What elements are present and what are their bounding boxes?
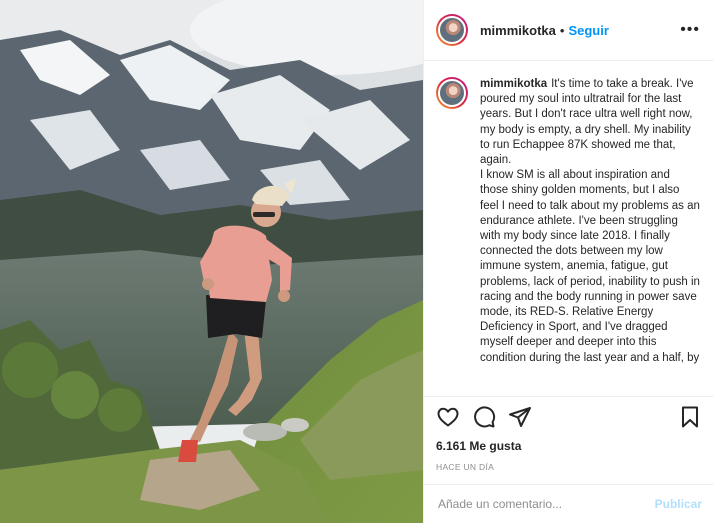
post-side-panel: mimmikotka • Seguir ••• mimmikotka It's t… bbox=[423, 0, 714, 523]
action-section: 6.161 Me gusta HACE UN DÍA bbox=[424, 396, 714, 472]
comment-icon[interactable] bbox=[472, 405, 496, 429]
post-photo[interactable] bbox=[0, 0, 423, 523]
comment-form: Publicar bbox=[424, 484, 714, 523]
post-header: mimmikotka • Seguir ••• bbox=[424, 0, 714, 61]
caption-section: mimmikotka It's time to take a break. I'v… bbox=[424, 61, 714, 396]
avatar-image bbox=[438, 16, 466, 44]
avatar[interactable] bbox=[436, 14, 468, 46]
paper-plane-icon[interactable] bbox=[508, 405, 532, 429]
instagram-post-view: mimmikotka • Seguir ••• mimmikotka It's t… bbox=[0, 0, 714, 523]
separator-dot: • bbox=[559, 22, 565, 38]
caption-text: mimmikotka It's time to take a break. I'v… bbox=[480, 77, 700, 396]
post-timestamp[interactable]: HACE UN DÍA bbox=[436, 462, 702, 472]
caption-paragraph: mimmikotka It's time to take a break. I'v… bbox=[480, 77, 700, 168]
more-options-icon[interactable]: ••• bbox=[680, 22, 700, 38]
publish-button[interactable]: Publicar bbox=[655, 497, 702, 511]
caption-avatar[interactable] bbox=[436, 77, 468, 109]
bookmark-icon[interactable] bbox=[678, 405, 702, 429]
caption-paragraph-1-text: It's time to take a break. I've poured m… bbox=[480, 78, 694, 167]
avatar-image bbox=[438, 79, 466, 107]
heart-icon[interactable] bbox=[436, 405, 460, 429]
action-bar bbox=[436, 405, 702, 429]
likes-count[interactable]: 6.161 Me gusta bbox=[436, 439, 702, 453]
trail-runner-photo bbox=[0, 0, 423, 523]
comment-input[interactable] bbox=[436, 496, 655, 512]
follow-button[interactable]: Seguir bbox=[568, 23, 608, 38]
username-link[interactable]: mimmikotka bbox=[480, 23, 556, 38]
caption-paragraph-2: I know SM is all about inspiration and t… bbox=[480, 169, 700, 364]
caption-username-link[interactable]: mimmikotka bbox=[480, 78, 547, 90]
